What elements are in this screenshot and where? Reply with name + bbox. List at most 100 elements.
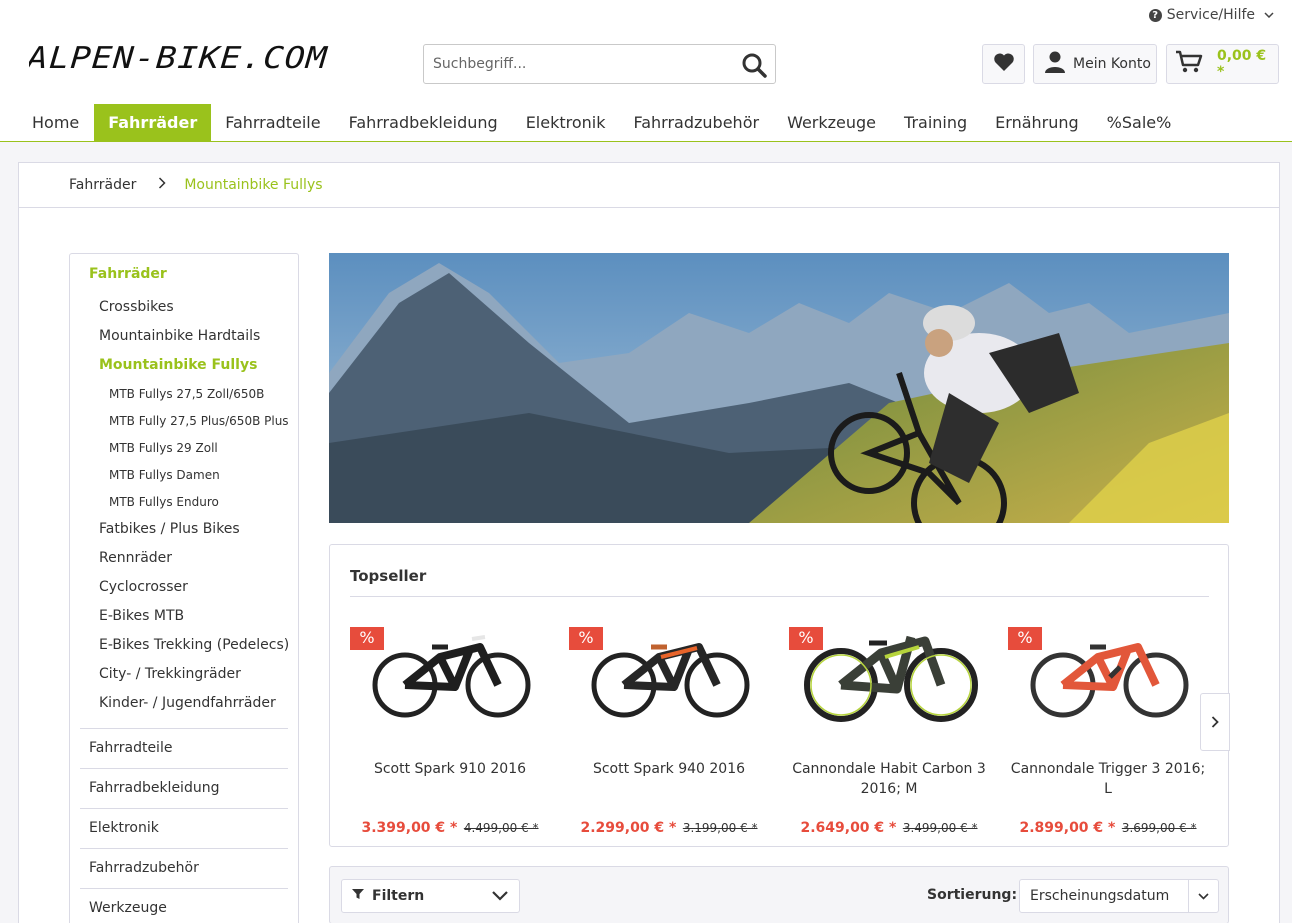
heart-icon: [993, 52, 1015, 76]
product-image[interactable]: [1018, 617, 1198, 737]
sidebar-category-werkzeuge[interactable]: Werkzeuge: [80, 888, 288, 923]
nav-item-ernaehrung[interactable]: Ernährung: [981, 104, 1093, 141]
cart-button[interactable]: 0,00 € *: [1166, 44, 1279, 84]
nav-item-fahrraeder[interactable]: Fahrräder: [94, 104, 212, 141]
content-area: Fahrräder Mountainbike Fullys Fahrräder …: [18, 162, 1280, 923]
slider-next-button[interactable]: [1200, 693, 1230, 751]
cart-icon: [1175, 50, 1203, 78]
product-name[interactable]: Scott Spark 940 2016: [569, 759, 769, 779]
sidebar-subitem-enduro[interactable]: MTB Fullys Enduro: [70, 491, 298, 518]
topseller-slider: Topseller % Scott Spark 910 2016 3.399,0…: [329, 544, 1230, 847]
sidebar-heading[interactable]: Fahrräder: [89, 266, 167, 282]
price-current: 2.649,00 € *: [800, 820, 897, 836]
sidebar-item-hardtails[interactable]: Mountainbike Hardtails: [70, 325, 298, 354]
sidebar-item-fullys[interactable]: Mountainbike Fullys: [70, 354, 298, 383]
bike-accent: [471, 635, 486, 641]
price-current: 3.399,00 € *: [361, 820, 458, 836]
sidebar-item-cyclocrosser[interactable]: Cyclocrosser: [70, 576, 298, 605]
product-card[interactable]: % Scott Spark 910 2016 3.399,00 € * 4.49…: [350, 617, 550, 837]
product-card[interactable]: % Cannondale Trigger 3 2016; L 2.899,00 …: [1008, 617, 1208, 837]
sidebar-category-fahrradteile[interactable]: Fahrradteile: [80, 728, 288, 768]
help-icon: ?: [1148, 8, 1162, 22]
sidebar-item-city-trekking[interactable]: City- / Trekkingräder: [70, 663, 298, 692]
search-input[interactable]: [424, 45, 724, 83]
nav-item-fahrradzubehoer[interactable]: Fahrradzubehör: [620, 104, 774, 141]
search-icon[interactable]: [741, 52, 767, 78]
sidebar-category-fahrradzubehoer[interactable]: Fahrradzubehör: [80, 848, 288, 888]
wishlist-button[interactable]: [982, 44, 1025, 84]
chevron-down-icon: [491, 887, 509, 909]
nav-item-training[interactable]: Training: [890, 104, 981, 141]
nav-item-elektronik[interactable]: Elektronik: [512, 104, 620, 141]
breadcrumb: Fahrräder Mountainbike Fullys: [19, 163, 1279, 208]
chevron-down-icon: [1188, 880, 1218, 912]
price-old: 3.499,00 € *: [902, 821, 978, 835]
sidebar-category-elektronik[interactable]: Elektronik: [80, 808, 288, 848]
nav-item-home[interactable]: Home: [0, 104, 94, 141]
nav-item-werkzeuge[interactable]: Werkzeuge: [773, 104, 890, 141]
product-price: 2.899,00 € * 3.699,00 € *: [1008, 820, 1208, 836]
chevron-down-icon: [1264, 10, 1274, 21]
sidebar-item-rennraeder[interactable]: Rennräder: [70, 547, 298, 576]
product-price: 3.399,00 € * 4.499,00 € *: [350, 820, 550, 836]
price-old: 3.199,00 € *: [682, 821, 758, 835]
bike-frame: [1060, 643, 1160, 691]
price-old: 3.699,00 € *: [1121, 821, 1197, 835]
topseller-divider: [350, 596, 1209, 597]
nav-item-fahrradbekleidung[interactable]: Fahrradbekleidung: [335, 104, 512, 141]
sidebar-item-kinder[interactable]: Kinder- / Jugendfahrräder: [70, 692, 298, 721]
price-current: 2.899,00 € *: [1019, 820, 1116, 836]
header: ? Service/Hilfe ALPEN-BIKE.COM Mein Kont…: [0, 0, 1292, 142]
sidebar-item-ebikes-mtb[interactable]: E-Bikes MTB: [70, 605, 298, 634]
price-old: 4.499,00 € *: [463, 821, 539, 835]
sidebar-subitem-damen[interactable]: MTB Fullys Damen: [70, 464, 298, 491]
product-name[interactable]: Cannondale Habit Carbon 3 2016; M: [789, 759, 989, 799]
sidebar-item-fatbikes[interactable]: Fatbikes / Plus Bikes: [70, 518, 298, 547]
product-price: 2.649,00 € * 3.499,00 € *: [789, 820, 989, 836]
category-sidebar: Fahrräder Crossbikes Mountainbike Hardta…: [69, 253, 299, 923]
bike-frame: [838, 635, 946, 694]
logo[interactable]: ALPEN-BIKE.COM: [24, 38, 334, 78]
filter-label: Filtern: [372, 888, 425, 904]
sidebar-category-fahrradbekleidung[interactable]: Fahrradbekleidung: [80, 768, 288, 808]
breadcrumb-item-current[interactable]: Mountainbike Fullys: [184, 177, 322, 193]
product-card[interactable]: % Scott Spark 940 2016 2.299,00 € * 3.19…: [569, 617, 769, 837]
product-image[interactable]: [799, 617, 979, 737]
bike-frame: [402, 643, 502, 691]
topseller-title: Topseller: [350, 567, 427, 585]
filter-sort-bar: Filtern Sortierung: Erscheinungsdatum: [329, 866, 1229, 923]
price-current: 2.299,00 € *: [580, 820, 677, 836]
sidebar-item-ebikes-trekking[interactable]: E-Bikes Trekking (Pedelecs): [70, 634, 298, 663]
sidebar-subitem-275[interactable]: MTB Fullys 27,5 Zoll/650B: [70, 383, 298, 410]
product-name[interactable]: Scott Spark 910 2016: [350, 759, 550, 779]
sort-select[interactable]: Erscheinungsdatum: [1019, 879, 1219, 913]
product-image[interactable]: [579, 617, 759, 737]
product-image[interactable]: [360, 617, 540, 737]
category-banner-image: [329, 253, 1229, 523]
filter-button[interactable]: Filtern: [341, 879, 520, 913]
service-help-menu[interactable]: ? Service/Hilfe: [1148, 7, 1274, 23]
chevron-right-icon: [158, 177, 166, 193]
sidebar-subcategory-list: Crossbikes Mountainbike Hardtails Mounta…: [70, 296, 298, 721]
sort-selected-value: Erscheinungsdatum: [1030, 888, 1170, 904]
account-label: Mein Konto: [1073, 56, 1151, 72]
filter-icon: [352, 888, 364, 904]
main-navigation: Home Fahrräder Fahrradteile Fahrradbekle…: [0, 104, 1292, 142]
account-button[interactable]: Mein Konto: [1033, 44, 1157, 84]
search-box: [423, 44, 776, 84]
sidebar-item-crossbikes[interactable]: Crossbikes: [70, 296, 298, 325]
breadcrumb-item-fahrraeder[interactable]: Fahrräder: [69, 177, 136, 193]
product-name[interactable]: Cannondale Trigger 3 2016; L: [1008, 759, 1208, 799]
service-label: Service/Hilfe: [1166, 7, 1255, 23]
chevron-right-icon: [1211, 713, 1219, 732]
nav-item-fahrradteile[interactable]: Fahrradteile: [211, 104, 334, 141]
product-card[interactable]: % Cannondale Habit Carbon 3 2016; M 2.64…: [789, 617, 989, 837]
sidebar-subitem-275-plus[interactable]: MTB Fully 27,5 Plus/650B Plus: [70, 410, 298, 437]
nav-item-sale[interactable]: %Sale%: [1093, 104, 1186, 141]
sort-label: Sortierung:: [927, 887, 1018, 903]
logo-text: ALPEN-BIKE.COM: [29, 41, 329, 76]
user-icon: [1043, 50, 1067, 78]
product-price: 2.299,00 € * 3.199,00 € *: [569, 820, 769, 836]
cart-total: 0,00 € *: [1217, 48, 1267, 80]
sidebar-subitem-29[interactable]: MTB Fullys 29 Zoll: [70, 437, 298, 464]
